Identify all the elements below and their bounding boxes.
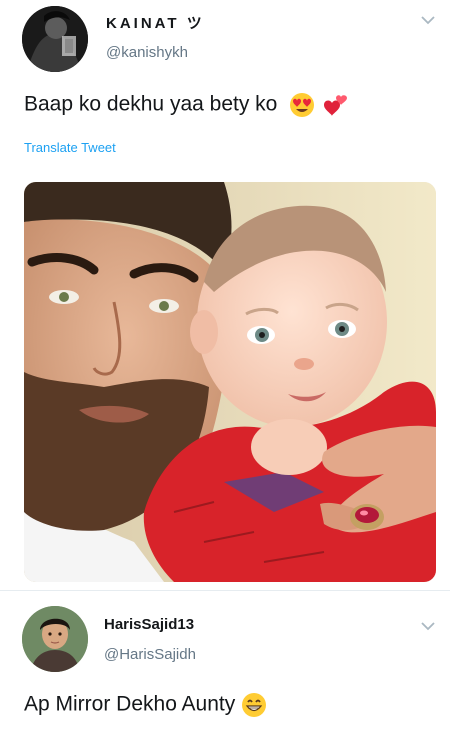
divider <box>0 590 450 591</box>
revolving-hearts-emoji <box>324 95 348 116</box>
tweet-text-content: Baap ko dekhu yaa bety ko <box>24 92 278 116</box>
grinning-emoji <box>242 693 267 717</box>
tweet-photo-image <box>24 182 436 582</box>
reply-author-handle[interactable]: @HarisSajidh <box>104 646 196 663</box>
author-avatar-image <box>22 6 88 72</box>
tweet-photo[interactable] <box>24 182 436 582</box>
reply-author-avatar-image <box>22 606 88 672</box>
reply-text-content: Ap Mirror Dekho Aunty <box>24 692 236 716</box>
translate-tweet-link[interactable]: Translate Tweet <box>24 140 116 155</box>
author-avatar[interactable] <box>22 6 88 72</box>
reply-text: Ap Mirror Dekho Aunty <box>24 692 267 718</box>
reply-author-avatar[interactable] <box>22 606 88 672</box>
chevron-down-icon[interactable] <box>420 14 436 26</box>
reply-chevron-down-icon[interactable] <box>420 620 436 632</box>
reply-author-name[interactable]: HarisSajid13 <box>104 616 194 633</box>
author-handle[interactable]: @kanishykh <box>106 44 188 61</box>
tweet-text: Baap ko dekhu yaa bety ko <box>24 92 349 118</box>
author-name[interactable]: KAINAT ツ <box>106 12 205 33</box>
heart-eyes-emoji <box>290 93 315 117</box>
